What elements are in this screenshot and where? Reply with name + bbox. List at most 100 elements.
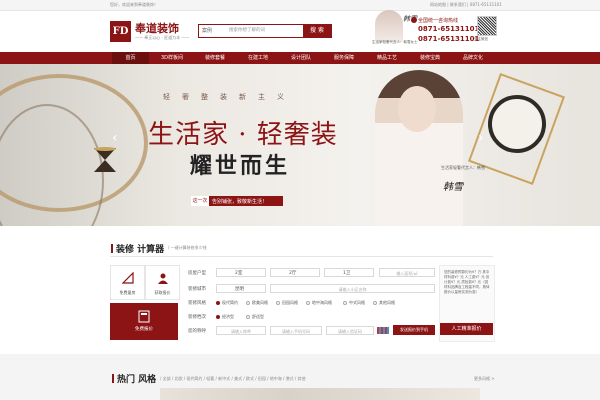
nav-item-3d[interactable]: 3D样板间: [152, 52, 192, 64]
grade-radio[interactable]: 经济型: [216, 314, 234, 320]
nav-item-sites[interactable]: 在建工地: [238, 52, 278, 64]
captcha-image[interactable]: [377, 327, 389, 334]
style-radio[interactable]: 地中海风格: [306, 300, 332, 306]
contact-label: 您的称呼: [188, 329, 206, 334]
strip-word: 这一次: [191, 196, 209, 206]
top-bar: 您好，欢迎来到奉道装饰！ 网站地图 | 联系我们 | 0871-65131101: [0, 0, 600, 11]
style-radio[interactable]: 田园风格: [276, 300, 298, 306]
calculator-subtitle: / 一键计算装修多少钱: [168, 245, 207, 250]
free-quote-label: 免费报价: [135, 327, 153, 332]
phone-icon: [411, 17, 417, 23]
qr-label: 关注微信: [474, 37, 488, 41]
hotline-phone: 0871-65131101: [418, 35, 480, 43]
community-input[interactable]: 请输入小区名称: [270, 284, 435, 293]
main-nav: 首页 3D样板间 装修套餐 在建工地 设计团队 服务保障 精品工艺 装修宝典 品…: [0, 52, 600, 64]
banner-next-arrow[interactable]: ›: [478, 130, 484, 146]
person-icon: [158, 273, 168, 284]
grade-label: 装修档次: [188, 315, 206, 320]
banner-slogan-sub: 耀世而生: [190, 153, 291, 179]
slide-dots: [287, 219, 312, 226]
ruler-icon: [122, 272, 134, 284]
style-radio[interactable]: 中式风格: [343, 300, 365, 306]
banner-prev-arrow[interactable]: ‹: [112, 130, 118, 146]
style-filter-links[interactable]: / 全部 / 北欧 / 现代简约 / 轻奢 / 新中式 / 美式 / 欧式 / …: [160, 376, 306, 382]
hotline-phone: 0871-65131101: [418, 25, 480, 33]
radio-icon: [373, 301, 377, 305]
nav-item-packages[interactable]: 装修套餐: [195, 52, 235, 64]
get-quote-label: 获取报价: [154, 290, 171, 295]
free-measure-label: 免费量房: [119, 290, 136, 295]
phone-input[interactable]: 请输入手机号码: [270, 326, 322, 335]
grade-option: 经济型: [222, 314, 234, 319]
area-input[interactable]: 输入面积/㎡: [379, 268, 435, 277]
grade-option: 舒适型: [252, 314, 264, 319]
search-scope-select[interactable]: 案例: [202, 27, 212, 34]
clock-decor: [488, 95, 546, 153]
radio-icon: [246, 301, 250, 305]
free-measure-tile[interactable]: 免费量房: [110, 265, 145, 300]
style-option: 中式风格: [349, 300, 365, 305]
grade-radio[interactable]: 舒适型: [246, 314, 264, 320]
calculator-title: 装修 计算器: [111, 242, 164, 255]
radio-icon: [306, 301, 310, 305]
search-input[interactable]: 搜索你想了解的词: [229, 27, 265, 33]
top-links[interactable]: 网站地图 | 联系我们 | 0871-65131101: [430, 2, 502, 8]
get-quote-tile[interactable]: 获取报价: [145, 265, 180, 300]
style-radio[interactable]: 现代简约: [216, 300, 238, 306]
style-radio[interactable]: 欧美风格: [246, 300, 268, 306]
style-option: 其他风格: [379, 300, 395, 305]
banner-strip: 这一次 告别铺张，致敬新生活！: [191, 196, 283, 206]
hot-styles-title-text: 热门 风格: [117, 375, 157, 385]
calculator-icon: [138, 310, 150, 323]
style-radio[interactable]: 其他风格: [373, 300, 395, 306]
strip-text: 告别铺张，致敬新生活！: [212, 199, 268, 205]
title-accent-bar: [112, 374, 114, 383]
hero-banner[interactable]: 轻奢整装新主义 生活家 · 轻奢装 耀世而生 这一次 告别铺张，致敬新生活！ 生…: [0, 64, 600, 226]
style-option: 现代简约: [222, 300, 238, 305]
model-face: [398, 86, 436, 132]
manual-quote-button[interactable]: 人工精准报价: [440, 323, 493, 335]
brand-slogan: —— 奉正以心 · 匠道为本 ——: [135, 35, 190, 40]
city-select[interactable]: 昆明: [216, 284, 266, 293]
code-input[interactable]: 请输入验证码: [326, 326, 374, 335]
hotline-label: 全国统一咨询热线: [418, 18, 459, 24]
style-preview-image[interactable]: [160, 388, 480, 400]
nav-item-service[interactable]: 服务保障: [324, 52, 364, 64]
welcome-text: 您好，欢迎来到奉道装饰！: [110, 2, 158, 7]
name-input[interactable]: 请输入称呼: [216, 326, 266, 335]
radio-icon: [246, 315, 250, 319]
nav-item-home[interactable]: 首页: [112, 52, 149, 64]
search-button[interactable]: 搜 索: [303, 25, 331, 37]
send-quote-button[interactable]: 发送报价到手机: [393, 325, 435, 335]
hourglass-stool-decor: [94, 147, 116, 172]
divider: [110, 256, 493, 257]
more-styles-link[interactable]: 更多风格 >: [474, 376, 495, 382]
baths-select[interactable]: 1卫: [324, 268, 374, 277]
radio-checked-icon: [216, 315, 220, 319]
result-text: 您的装修预算约为¥？万 其中材料费¥？元 人工费¥？元 设计费¥？元 质检费¥？…: [444, 270, 490, 294]
halls-select[interactable]: 2厅: [270, 268, 320, 277]
endorser-caption: 生活家轻奢代言人：韩雪女士: [372, 40, 418, 44]
nav-item-designers[interactable]: 设计团队: [281, 52, 321, 64]
search-bar: 案例 搜索你想了解的词 搜 索: [198, 24, 332, 38]
radio-icon: [276, 301, 280, 305]
radio-checked-icon: [216, 301, 220, 305]
nav-item-craft[interactable]: 精品工艺: [367, 52, 407, 64]
calculator-title-text: 装修 计算器: [116, 245, 165, 255]
nav-item-guide[interactable]: 装修宝典: [410, 52, 450, 64]
title-accent-bar: [111, 244, 113, 253]
nav-item-brand[interactable]: 品牌文化: [453, 52, 493, 64]
logo-mark[interactable]: FD: [110, 21, 131, 42]
endorser-photo: [375, 10, 403, 42]
banner-signature: 韩雪: [443, 182, 463, 193]
free-quote-tile[interactable]: 免费报价: [110, 303, 178, 340]
qr-code: [477, 16, 497, 36]
house-type-label: 房屋户型: [188, 271, 206, 276]
city-label: 装修城市: [188, 287, 206, 292]
rooms-select[interactable]: 2室: [216, 268, 266, 277]
radio-icon: [343, 301, 347, 305]
style-option: 田园风格: [282, 300, 298, 305]
hot-styles-title: 热门 风格: [112, 372, 156, 385]
style-option: 地中海风格: [312, 300, 332, 305]
brand-name[interactable]: 奉道装饰: [135, 20, 179, 36]
